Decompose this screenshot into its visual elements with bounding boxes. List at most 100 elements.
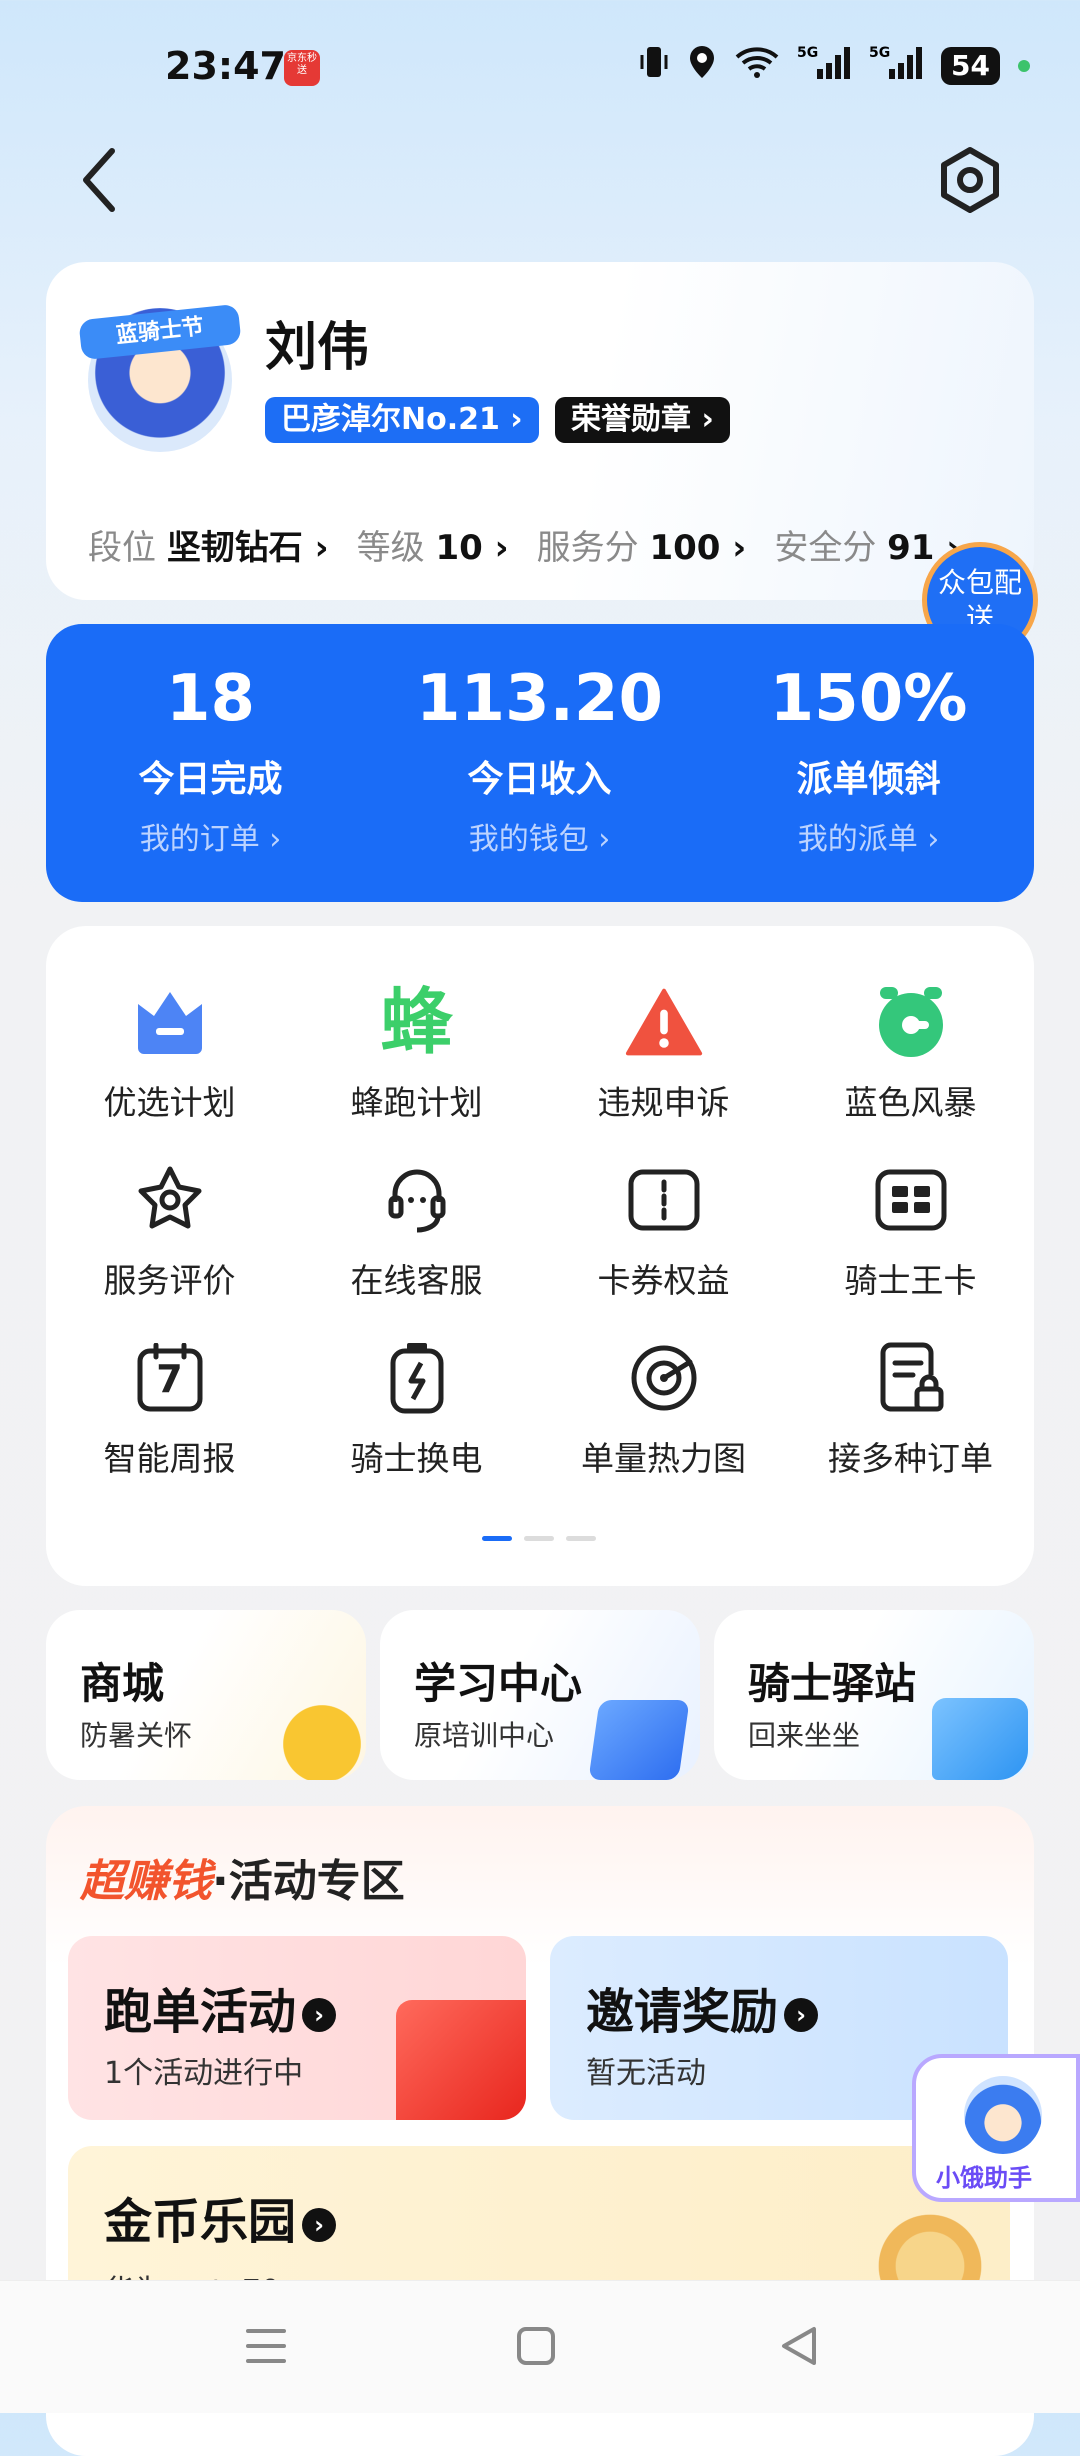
grid-label: 单量热力图: [581, 1439, 746, 1478]
stat-service-score[interactable]: 服务分 100 ›: [537, 520, 747, 569]
grid-label: 蜂跑计划: [350, 1083, 483, 1122]
learning-title: 学习中心: [414, 1659, 583, 1708]
back-nav-button[interactable]: [770, 2321, 830, 2371]
grid-item-battery-swap[interactable]: 骑士换电: [293, 1338, 540, 1508]
chevron-left-icon: [83, 148, 115, 212]
rider-stats-row: 段位 坚韧钻石 › 等级 10 › 服务分 100 › 安全分 91 ›: [88, 520, 960, 569]
stat-rank[interactable]: 段位 坚韧钻石 ›: [88, 520, 329, 569]
summary-value: 150%: [769, 662, 968, 736]
summary-label: 今日完成: [138, 759, 283, 800]
status-bar: 23:47 京东秒送 5G 5G 54: [0, 0, 1080, 140]
headset-icon: [377, 1160, 457, 1240]
alarm-clock-icon: [871, 982, 951, 1062]
arrow-right-icon: ›: [302, 1998, 337, 2032]
card-icon: [871, 1160, 951, 1240]
my-dispatch-link[interactable]: 我的派单 ›: [704, 814, 1033, 858]
grid-item-preferred-plan[interactable]: 优选计划: [46, 982, 293, 1152]
document-lock-icon: [871, 1338, 951, 1418]
warning-icon: [624, 982, 704, 1062]
location-icon: [687, 44, 717, 88]
grid-label: 蓝色风暴: [844, 1083, 977, 1122]
page-dot-active: [482, 1536, 512, 1541]
rider-name: 刘伟: [265, 318, 370, 378]
mall-subtitle: 防暑关怀: [80, 1719, 193, 1752]
grid-label: 优选计划: [103, 1083, 236, 1122]
mall-title: 商城: [80, 1659, 165, 1708]
summary-label: 今日收入: [467, 759, 612, 800]
grid-page-indicator: [482, 1536, 596, 1541]
star-badge-icon: [130, 1160, 210, 1240]
back-button[interactable]: [80, 140, 140, 220]
status-icons: 5G 5G 54: [639, 44, 1030, 88]
menu-icon: [246, 2329, 286, 2363]
my-orders-link[interactable]: 我的订单 ›: [46, 814, 375, 858]
stat-level[interactable]: 等级 10 ›: [357, 520, 509, 569]
triangle-back-icon: [782, 2327, 816, 2365]
grid-item-coupon-benefits[interactable]: 卡券权益: [540, 1160, 787, 1330]
honor-medal-tag[interactable]: 荣誉勋章 ›: [555, 397, 730, 443]
page-dot: [566, 1536, 596, 1541]
city-rank-tag[interactable]: 巴彦淖尔No.21 ›: [265, 397, 539, 443]
grid-item-weekly-report[interactable]: 7 智能周报: [46, 1338, 293, 1508]
grid-label: 接多种订单: [828, 1439, 993, 1478]
status-time: 23:47: [165, 44, 286, 88]
assistant-label: 小饿助手: [936, 2164, 1032, 2192]
mall-card[interactable]: 商城 防暑关怀: [46, 1610, 366, 1780]
grid-label: 骑士王卡: [844, 1261, 977, 1300]
5g-signal-icon: 5G: [797, 43, 851, 89]
page-dot: [524, 1536, 554, 1541]
invite-title: 邀请奖励: [586, 1984, 779, 2040]
status-dot: [1018, 60, 1030, 72]
grid-label: 卡券权益: [597, 1261, 730, 1300]
arrow-right-icon: ›: [784, 1998, 819, 2032]
grid-item-order-heatmap[interactable]: 单量热力图: [540, 1338, 787, 1508]
grid-item-multi-orders[interactable]: 接多种订单: [787, 1338, 1034, 1508]
system-nav-bar: [0, 2280, 1080, 2413]
grid-item-knight-card[interactable]: 骑士王卡: [787, 1160, 1034, 1330]
assistant-floating-button[interactable]: 小饿助手: [912, 2054, 1080, 2202]
battery-swap-icon: [377, 1338, 457, 1418]
grid-label: 骑士换电: [350, 1439, 483, 1478]
function-grid: 优选计划 蜂 蜂跑计划 违规申诉 蓝色风暴 服务评价 在线客服 卡券权益 骑士王…: [46, 926, 1034, 1586]
coupon-icon: [624, 1160, 704, 1240]
heatmap-icon: [624, 1338, 704, 1418]
home-nav-button[interactable]: [506, 2321, 566, 2371]
knight-station-card[interactable]: 骑士驿站 回来坐坐: [714, 1610, 1034, 1780]
grid-item-blue-storm[interactable]: 蓝色风暴: [787, 982, 1034, 1152]
vibrate-icon: [639, 45, 669, 87]
red-envelope-icon: [396, 2000, 526, 2120]
hexagon-settings-icon: [941, 147, 999, 213]
summary-value: 18: [165, 662, 256, 736]
svg-text:5G: 5G: [869, 45, 890, 61]
grid-item-violation-appeal[interactable]: 违规申诉: [540, 982, 787, 1152]
learning-center-card[interactable]: 学习中心 原培训中心: [380, 1610, 700, 1780]
grid-label: 在线客服: [350, 1261, 483, 1300]
station-subtitle: 回来坐坐: [748, 1719, 861, 1752]
summary-value: 113.20: [416, 662, 663, 736]
summary-completed[interactable]: 18 今日完成 我的订单 ›: [46, 624, 375, 858]
grid-item-bee-plan[interactable]: 蜂 蜂跑计划: [293, 982, 540, 1152]
summary-dispatch[interactable]: 150% 派单倾斜 我的派单 ›: [704, 624, 1033, 858]
lightning-coin-icon: [256, 1690, 366, 1780]
battery-indicator: 54: [941, 47, 1000, 85]
settings-button[interactable]: [935, 145, 1005, 215]
square-home-icon: [517, 2327, 555, 2365]
station-title: 骑士驿站: [748, 1659, 917, 1708]
run-order-activity-card[interactable]: 跑单活动 › 1个活动进行中: [68, 1936, 526, 2120]
summary-income[interactable]: 113.20 今日收入 我的钱包 ›: [375, 624, 704, 858]
grid-label: 智能周报: [103, 1439, 236, 1478]
learning-subtitle: 原培训中心: [414, 1719, 555, 1752]
grid-item-online-support[interactable]: 在线客服: [293, 1160, 540, 1330]
wifi-icon: [735, 45, 779, 87]
gold-park-title: 金币乐园: [104, 2194, 297, 2250]
grid-item-service-review[interactable]: 服务评价: [46, 1160, 293, 1330]
5g-signal-icon: 5G: [869, 43, 923, 89]
crown-icon: [130, 982, 210, 1062]
stat-safety-score[interactable]: 安全分 91 ›: [774, 520, 960, 569]
invite-subtitle: 暂无活动: [586, 2056, 706, 2091]
today-summary-panel: 18 今日完成 我的订单 › 113.20 今日收入 我的钱包 › 150% 派…: [46, 624, 1034, 902]
menu-nav-button[interactable]: [236, 2321, 296, 2371]
calendar-7-icon: 7: [130, 1338, 210, 1418]
my-wallet-link[interactable]: 我的钱包 ›: [375, 814, 704, 858]
app-notification-icon: 京东秒送: [284, 50, 320, 86]
